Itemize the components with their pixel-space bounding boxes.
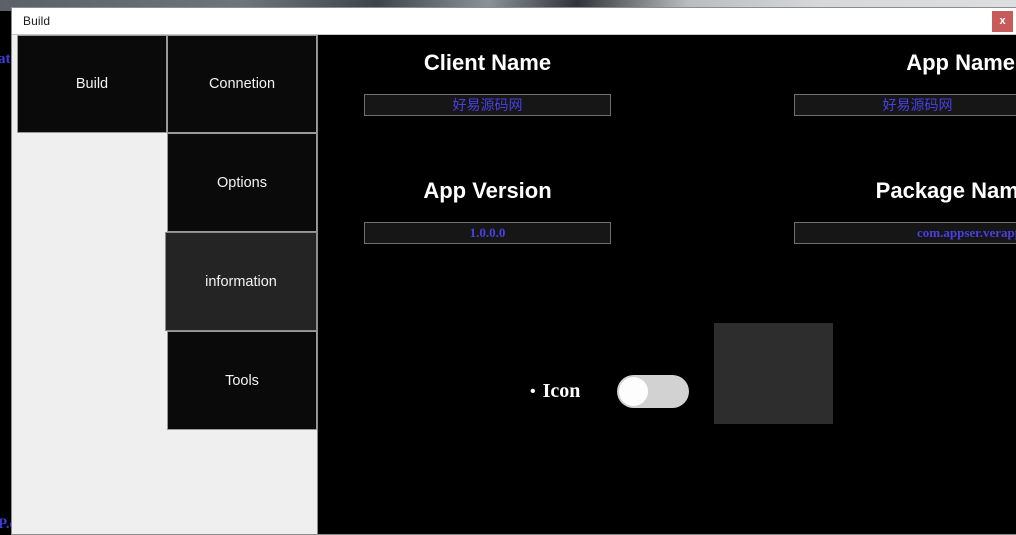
app-version-input[interactable]: 1.0.0.0 [364,222,611,244]
field-group-app-version: App Version 1.0.0.0 [364,178,611,244]
field-group-app-name: App Name 好易源码网 [794,50,1016,116]
client-name-label: Client Name [364,50,611,76]
tab-connetion[interactable]: Connetion [167,35,317,133]
icon-preview-box[interactable] [714,323,833,424]
bullet-icon: • [530,384,536,400]
toggle-knob [619,377,648,406]
app-name-label: App Name [794,50,1016,76]
build-dialog-window: Build x Build Connetion Options informat… [11,7,1016,535]
icon-label: Icon [543,380,581,403]
package-name-label: Package Name [794,178,1016,204]
tab-build[interactable]: Build [17,35,167,133]
window-titlebar: Build x [12,8,1016,35]
client-name-input[interactable]: 好易源码网 [364,94,611,116]
app-name-input[interactable]: 好易源码网 [794,94,1016,116]
tab-rail: Build Connetion Options information Tool… [12,35,318,534]
icon-toggle-switch[interactable] [617,375,689,408]
tab-options[interactable]: Options [167,133,317,232]
icon-row: • Icon [530,375,689,408]
field-group-package-name: Package Name com.appser.verapp [794,178,1016,244]
field-group-client-name: Client Name 好易源码网 [364,50,611,116]
app-version-label: App Version [364,178,611,204]
tab-tools[interactable]: Tools [167,331,317,430]
close-icon[interactable]: x [992,11,1013,32]
background-text-fragment-top: at [0,51,11,68]
window-body: Build Connetion Options information Tool… [12,35,1016,534]
build-content-panel: Client Name 好易源码网 App Version 1.0.0.0 Ap… [318,35,1016,534]
window-title: Build [12,14,50,28]
tab-information[interactable]: information [165,232,317,331]
package-name-input[interactable]: com.appser.verapp [794,222,1016,244]
